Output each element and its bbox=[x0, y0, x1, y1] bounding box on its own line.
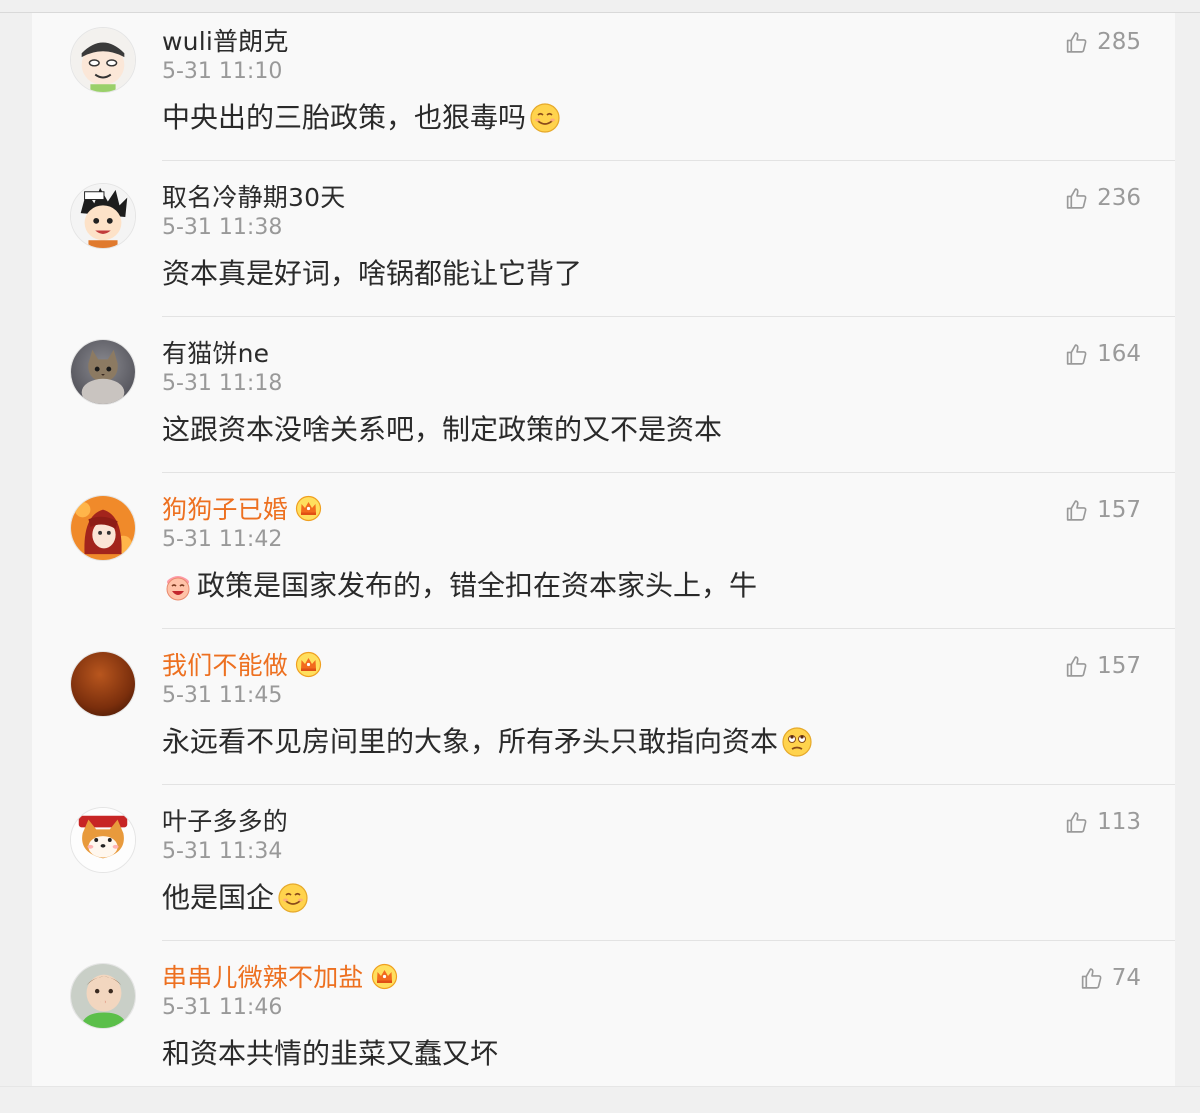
like-button[interactable]: 157 bbox=[1064, 651, 1141, 681]
like-button[interactable]: 113 bbox=[1064, 807, 1141, 837]
username[interactable]: 我们不能做 bbox=[162, 646, 288, 682]
thumbs-up-icon bbox=[1066, 499, 1087, 521]
smile-emoji-icon bbox=[277, 882, 309, 914]
comment-text: 资本真是好词，啥锅都能让它背了 bbox=[162, 253, 582, 295]
cat-photo-avatar-icon bbox=[71, 340, 135, 404]
timestamp: 5-31 11:18 bbox=[162, 371, 283, 396]
like-button[interactable]: 157 bbox=[1064, 495, 1141, 525]
user-avatar[interactable] bbox=[70, 963, 136, 1029]
like-button[interactable]: 164 bbox=[1064, 339, 1141, 369]
like-count: 157 bbox=[1097, 653, 1141, 679]
like-count: 285 bbox=[1097, 29, 1141, 55]
comment-text: 政策是国家发布的，错全扣在资本家头上，牛 bbox=[162, 565, 757, 607]
comment-item: 取名冷静期30天 5-31 11:38 资本真是好词，啥锅都能让它背了 236 bbox=[32, 169, 1175, 325]
comment-text: 他是国企 bbox=[162, 877, 309, 919]
username-line: wuli普朗克 bbox=[162, 23, 289, 57]
shiba-dog-avatar-icon bbox=[71, 808, 135, 872]
username-line: 取名冷静期30天 bbox=[162, 179, 345, 213]
like-button[interactable]: 236 bbox=[1064, 183, 1141, 213]
thumbs-up-icon bbox=[1066, 655, 1087, 677]
comment-text: 和资本共情的韭菜又蠢又坏 bbox=[162, 1033, 498, 1075]
weibo-comments-screen: wuli普朗克 5-31 11:10 中央出的三胎政策，也狠毒吗 285 取名冷… bbox=[0, 0, 1200, 1113]
username[interactable]: 串串儿微辣不加盐 bbox=[162, 958, 364, 994]
comment-divider bbox=[162, 316, 1175, 317]
thumbs-up-icon bbox=[1066, 343, 1087, 365]
like-count: 236 bbox=[1097, 185, 1141, 211]
smile-emoji-icon bbox=[529, 102, 561, 134]
comment-body: 他是国企 bbox=[162, 881, 275, 914]
laughing-emoji-icon bbox=[162, 570, 194, 602]
username-line: 串串儿微辣不加盐 bbox=[162, 959, 398, 993]
comment-item: 我们不能做 5-31 11:45 永远看不见房间里的大象，所有矛头只敢指向资本 … bbox=[32, 637, 1175, 793]
comment-divider bbox=[162, 784, 1175, 785]
username-line: 有猫饼ne bbox=[162, 335, 269, 369]
timestamp: 5-31 11:10 bbox=[162, 59, 283, 84]
timestamp: 5-31 11:38 bbox=[162, 215, 283, 240]
brown-gradient-avatar-icon bbox=[71, 652, 135, 716]
thumbs-up-icon bbox=[1066, 187, 1087, 209]
user-avatar[interactable] bbox=[70, 807, 136, 873]
comment-item: wuli普朗克 5-31 11:10 中央出的三胎政策，也狠毒吗 285 bbox=[32, 13, 1175, 169]
like-count: 157 bbox=[1097, 497, 1141, 523]
comment-text: 永远看不见房间里的大象，所有矛头只敢指向资本 bbox=[162, 721, 813, 763]
user-avatar[interactable] bbox=[70, 495, 136, 561]
user-avatar[interactable] bbox=[70, 183, 136, 249]
username[interactable]: 狗狗子已婚 bbox=[162, 490, 288, 526]
username[interactable]: 叶子多多的 bbox=[162, 802, 288, 838]
comment-divider bbox=[162, 160, 1175, 161]
anime-redhair-avatar-icon bbox=[71, 496, 135, 560]
cartoon-face-avatar-icon bbox=[71, 28, 135, 92]
comment-divider bbox=[162, 472, 1175, 473]
like-button[interactable]: 74 bbox=[1079, 963, 1141, 993]
comment-text: 中央出的三胎政策，也狠毒吗 bbox=[162, 97, 561, 139]
thumbs-up-icon bbox=[1066, 31, 1087, 53]
comment-item: 狗狗子已婚 5-31 11:42 政策是国家发布的，错全扣在资本家头上，牛 15… bbox=[32, 481, 1175, 637]
thumbs-up-icon bbox=[1066, 811, 1087, 833]
username-line: 叶子多多的 bbox=[162, 803, 288, 837]
comment-body: 和资本共情的韭菜又蠢又坏 bbox=[162, 1037, 499, 1070]
username-line: 狗狗子已婚 bbox=[162, 491, 322, 525]
vip-crown-icon[interactable] bbox=[295, 651, 322, 678]
baby-photo-avatar-icon bbox=[71, 964, 135, 1028]
timestamp: 5-31 11:45 bbox=[162, 683, 283, 708]
timestamp: 5-31 11:46 bbox=[162, 995, 283, 1020]
thumbs-up-icon bbox=[1081, 967, 1102, 989]
comment-item: 串串儿微辣不加盐 5-31 11:46 和资本共情的韭菜又蠢又坏 74 bbox=[32, 949, 1175, 1105]
anime-boy-avatar-icon bbox=[71, 184, 135, 248]
comment-divider bbox=[162, 628, 1175, 629]
vip-crown-icon[interactable] bbox=[295, 495, 322, 522]
timestamp: 5-31 11:42 bbox=[162, 527, 283, 552]
comment-item: 有猫饼ne 5-31 11:18 这跟资本没啥关系吧，制定政策的又不是资本 16… bbox=[32, 325, 1175, 481]
bottom-strip bbox=[0, 1086, 1200, 1113]
user-avatar[interactable] bbox=[70, 651, 136, 717]
comment-body: 这跟资本没啥关系吧，制定政策的又不是资本 bbox=[162, 413, 723, 446]
comment-body: 政策是国家发布的，错全扣在资本家头上，牛 bbox=[197, 569, 758, 602]
comment-body: 永远看不见房间里的大象，所有矛头只敢指向资本 bbox=[162, 725, 779, 758]
username[interactable]: wuli普朗克 bbox=[162, 22, 289, 58]
like-count: 164 bbox=[1097, 341, 1141, 367]
comment-divider bbox=[162, 940, 1175, 941]
username-line: 我们不能做 bbox=[162, 647, 322, 681]
username[interactable]: 有猫饼ne bbox=[162, 334, 269, 370]
comment-text: 这跟资本没啥关系吧，制定政策的又不是资本 bbox=[162, 409, 722, 451]
username[interactable]: 取名冷静期30天 bbox=[162, 178, 345, 214]
comment-body: 资本真是好词，啥锅都能让它背了 bbox=[162, 257, 583, 290]
comment-item: 叶子多多的 5-31 11:34 他是国企 113 bbox=[32, 793, 1175, 949]
eyeroll-emoji-icon bbox=[781, 726, 813, 758]
comment-body: 中央出的三胎政策，也狠毒吗 bbox=[162, 101, 527, 134]
like-button[interactable]: 285 bbox=[1064, 27, 1141, 57]
user-avatar[interactable] bbox=[70, 339, 136, 405]
like-count: 113 bbox=[1097, 809, 1141, 835]
vip-crown-icon[interactable] bbox=[371, 963, 398, 990]
timestamp: 5-31 11:34 bbox=[162, 839, 283, 864]
user-avatar[interactable] bbox=[70, 27, 136, 93]
comment-list: wuli普朗克 5-31 11:10 中央出的三胎政策，也狠毒吗 285 取名冷… bbox=[32, 13, 1175, 1086]
like-count: 74 bbox=[1111, 965, 1141, 991]
